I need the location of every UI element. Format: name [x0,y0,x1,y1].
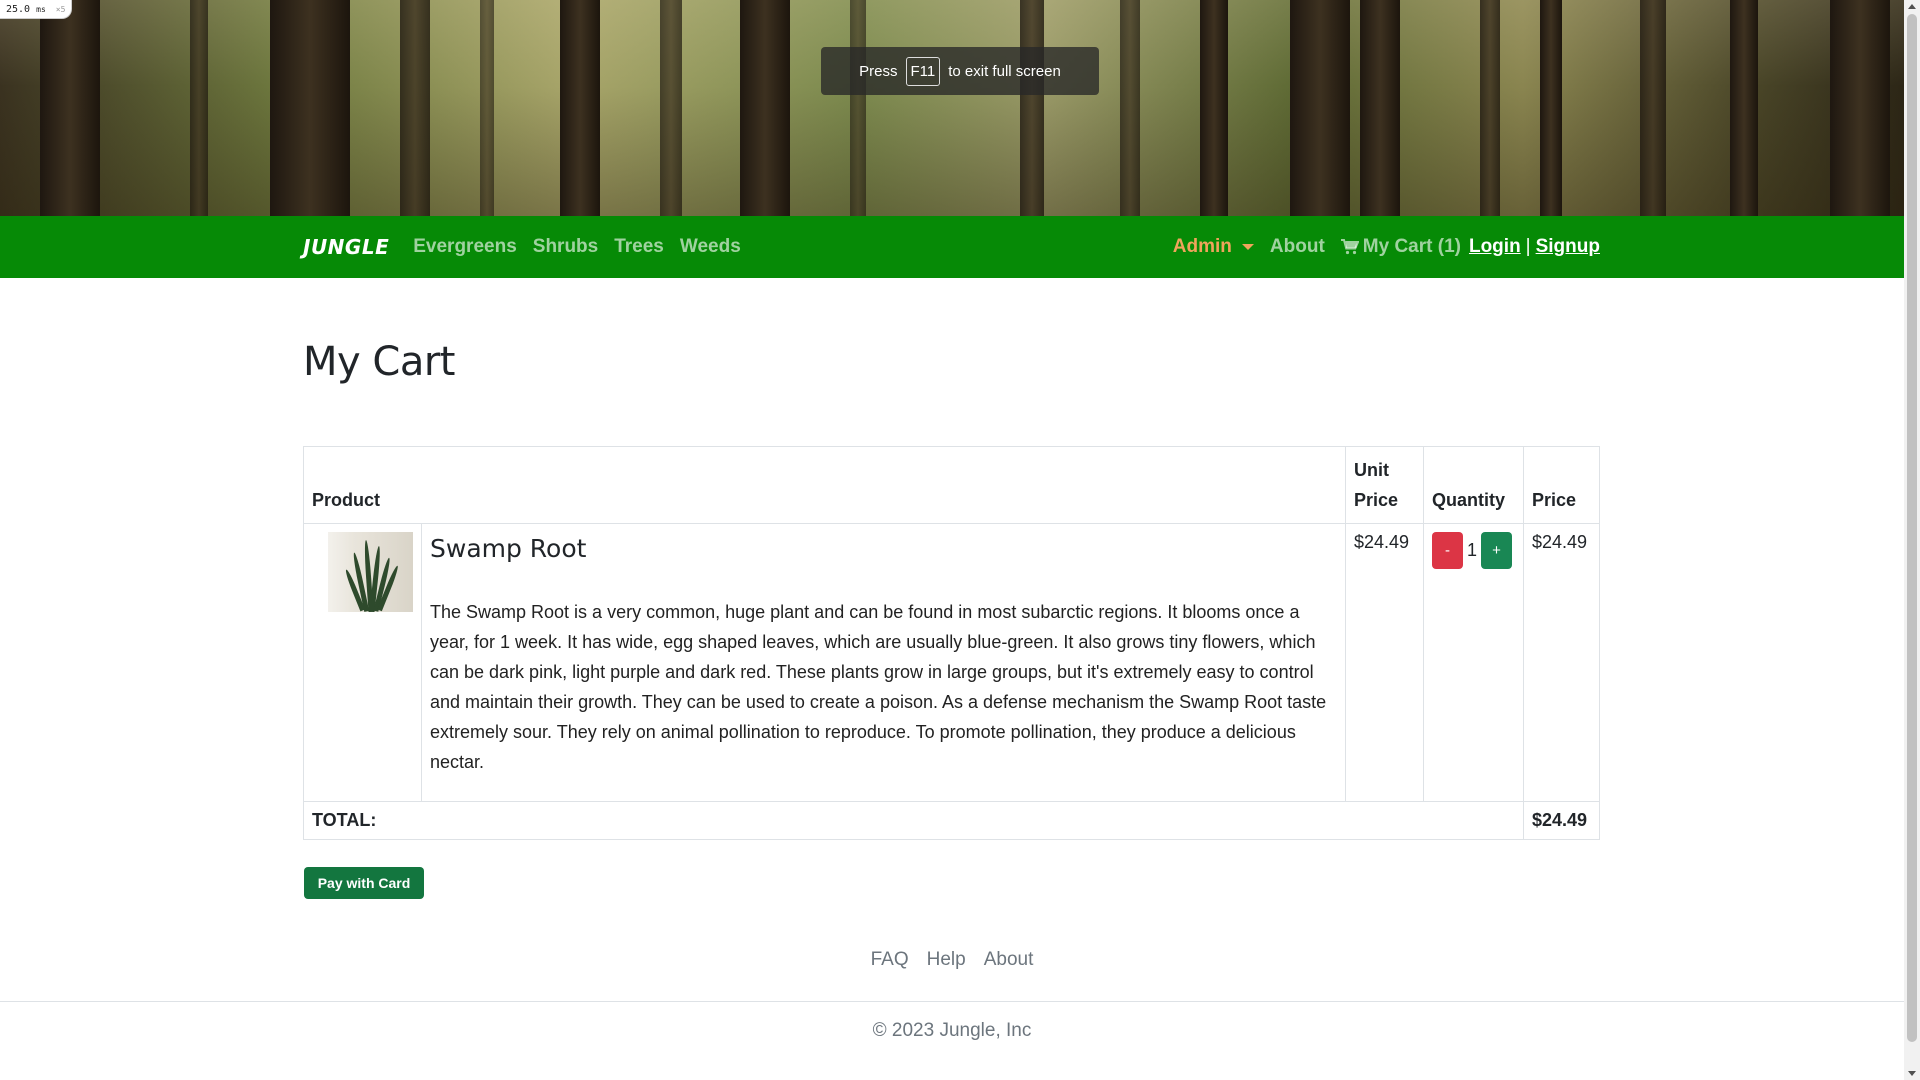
toast-message: to exit full screen [948,62,1061,80]
scroll-up-icon[interactable] [1908,4,1916,9]
total-row: TOTAL: $24.49 [303,801,1600,840]
scroll-thumb[interactable] [1907,14,1917,1042]
decrease-quantity-button[interactable]: - [1432,532,1463,569]
copyright: © 2023 Jungle, Inc [872,1020,1032,1041]
nav-weeds[interactable]: Weeds [680,236,741,258]
footer-links: FAQ Help About [0,949,1904,971]
signup-link[interactable]: Signup [1536,236,1600,258]
table-header-row: Product Unit Price Quantity Price [303,446,1600,524]
fullscreen-toast: Press F11 to exit full screen [821,47,1099,95]
table-row: Swamp Root The Swamp Root is a very comm… [303,523,1600,802]
footer-divider [0,1001,1904,1002]
quantity-value: 1 [1467,540,1478,560]
hero-banner [0,0,1904,216]
nav-evergreens[interactable]: Evergreens [413,236,517,258]
caret-down-icon [1241,244,1254,250]
timing-sub: ×5 [55,5,66,14]
product-info-cell: Swamp Root The Swamp Root is a very comm… [421,523,1346,802]
navbar: JUNGLE Evergreens Shrubs Trees Weeds Adm… [0,216,1904,278]
brand-logo[interactable]: JUNGLE [303,235,389,259]
admin-dropdown[interactable]: Admin [1173,236,1254,258]
timing-badge: 25.0 ms ×5 [0,0,73,19]
page-title: My Cart [303,339,455,385]
product-image [328,532,413,612]
quantity-cell: - 1 + [1423,523,1524,802]
header-product: Product [303,446,1346,524]
toast-key: F11 [905,56,941,86]
scroll-down-icon[interactable] [1908,1071,1916,1076]
nav-separator: | [1525,236,1531,257]
header-price: Price [1523,446,1600,524]
timing-unit: ms [36,5,46,14]
quantity-stepper: - 1 + [1432,532,1515,569]
pay-with-card-button[interactable]: Pay with Card [304,867,424,899]
total-label: TOTAL: [303,801,1524,840]
footer-about-link[interactable]: About [984,949,1034,971]
product-name: Swamp Root [430,534,587,563]
product-thumb-cell [303,523,422,802]
unit-price-cell: $24.49 [1345,523,1424,802]
header-quantity: Quantity [1423,446,1524,524]
total-value: $24.49 [1523,801,1600,840]
header-unit-price: Unit Price [1345,446,1424,524]
increase-quantity-button[interactable]: + [1481,532,1513,569]
cart-label: My Cart (1) [1362,236,1461,257]
shopping-cart-icon [1340,239,1359,255]
footer-faq-link[interactable]: FAQ [871,949,909,971]
vertical-scrollbar[interactable] [1904,0,1920,1080]
login-link[interactable]: Login [1469,236,1521,258]
price-cell: $24.49 [1523,523,1600,802]
my-cart-link[interactable]: My Cart (1) [1340,236,1461,258]
product-description: The Swamp Root is a very common, huge pl… [430,602,1327,772]
nav-shrubs[interactable]: Shrubs [533,236,598,258]
footer-help-link[interactable]: Help [927,949,966,971]
cart-table: Product Unit Price Quantity Price Swamp … [303,446,1600,840]
nav-about[interactable]: About [1270,236,1325,258]
admin-label: Admin [1172,236,1232,257]
toast-press: Press [859,62,898,80]
timing-value: 25.0 [6,4,31,15]
nav-trees[interactable]: Trees [614,236,664,258]
